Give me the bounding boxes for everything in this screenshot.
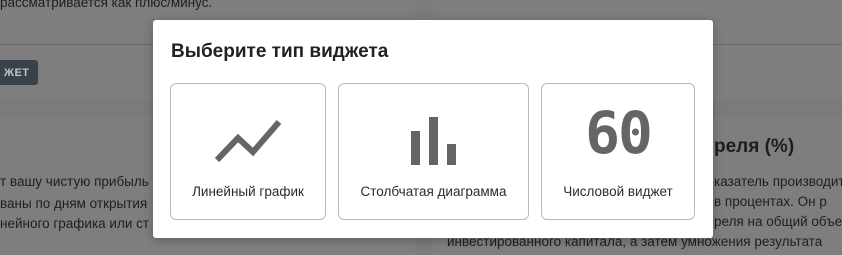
add-widget-button[interactable]: ЖЕТ [0, 60, 38, 85]
widget-option-label: Числовой виджет [563, 184, 673, 199]
widget-option-bar-chart[interactable]: Столбчатая диаграмма [338, 83, 529, 220]
background-description: рассматривается как плюс/минус. [0, 0, 213, 10]
background-text-line: ваны по дням открытия [0, 196, 148, 211]
widget-option-number[interactable]: 60 Числовой виджет [541, 83, 695, 220]
widget-type-dialog: Выберите тип виджета Линейный график Сто… [153, 20, 713, 238]
background-card-title: реля (%) [714, 136, 795, 157]
add-widget-button-label: ЖЕТ [4, 66, 30, 79]
number-icon: 60 [585, 99, 653, 167]
background-text-line: реля на общий объем [714, 214, 842, 229]
line-chart-icon [214, 118, 282, 169]
widget-option-label: Линейный график [192, 184, 304, 199]
background-text-line: в процентах. Он р [714, 194, 827, 209]
background-text-line: казатель производит [714, 174, 842, 189]
dialog-title: Выберите тип виджета [171, 41, 389, 62]
background-text-line: т вашу чистую прибыль [0, 174, 149, 189]
widget-option-label: Столбчатая диаграмма [360, 184, 507, 199]
bar-chart-icon [409, 117, 459, 170]
background-text-line: нейного графика или ст [0, 216, 150, 231]
widget-option-line-chart[interactable]: Линейный график [170, 83, 326, 220]
